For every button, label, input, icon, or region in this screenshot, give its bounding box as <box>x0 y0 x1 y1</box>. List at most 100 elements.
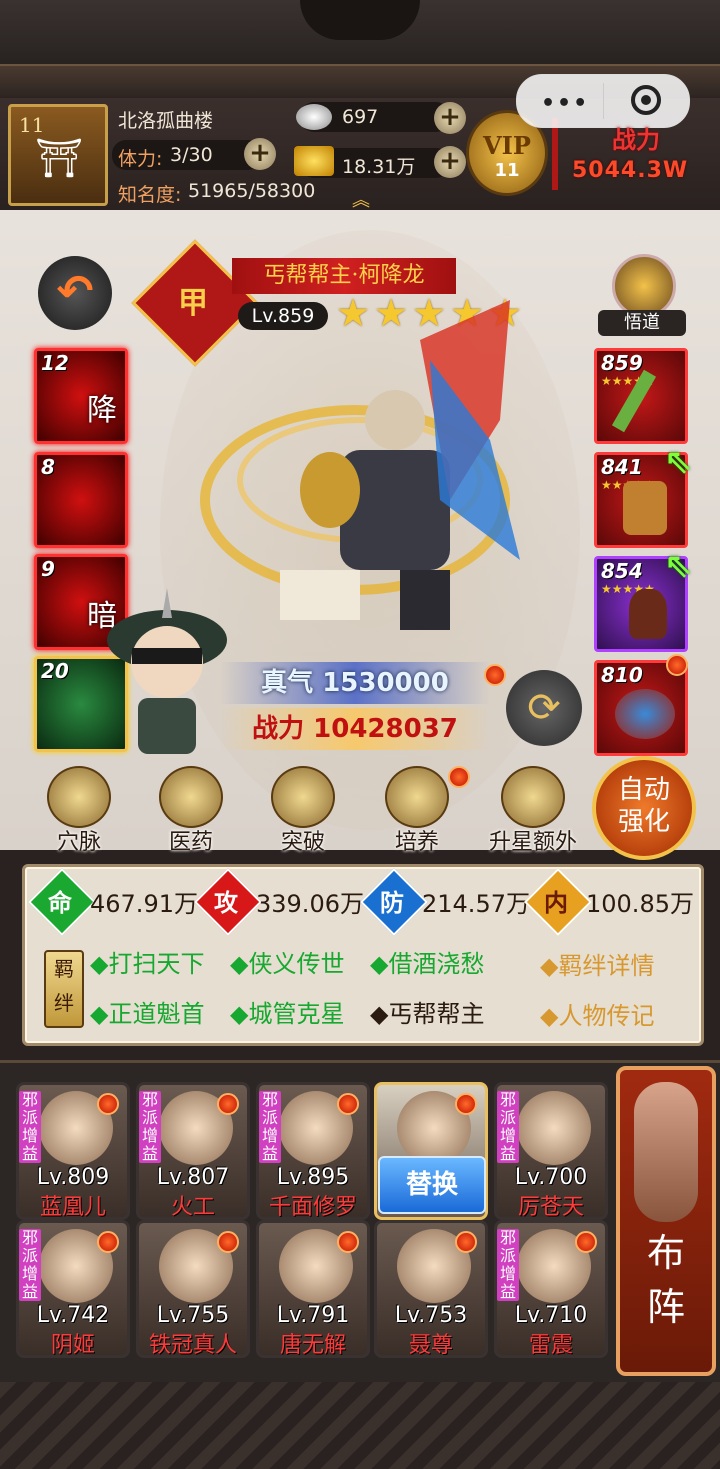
hero-name: 丐帮帮主·柯降龙 <box>232 258 456 294</box>
close-circle-icon[interactable] <box>631 85 661 115</box>
refresh-button[interactable]: ⟳ <box>506 670 582 746</box>
equipment-level: 854 <box>601 559 643 583</box>
armor-icon <box>623 481 667 535</box>
stamina-plus-button[interactable]: + <box>244 138 276 170</box>
roster-card[interactable]: 邪派增益 Lv.895 千面修罗 <box>256 1082 370 1220</box>
roster-card[interactable]: 邪派增益 Lv.809 蓝凰儿 <box>16 1082 130 1220</box>
fetter-item: ◆打扫天下 <box>90 950 205 978</box>
gold-plus-button[interactable]: + <box>434 146 466 178</box>
roster-level: Lv.755 <box>156 1303 230 1328</box>
inner-stat-char: 内 <box>544 888 568 917</box>
roster-card[interactable]: 邪派增益 Lv.710 雷震 <box>494 1220 608 1358</box>
floor-decoration <box>0 1382 720 1469</box>
equipment-stars: ★★★★★ <box>601 479 655 491</box>
fetter-item: ◆正道魁首 <box>90 1000 205 1028</box>
notification-dot <box>337 1093 359 1115</box>
roster-level: Lv.895 <box>276 1165 350 1190</box>
feature-breakthrough[interactable]: 突破 <box>258 766 348 855</box>
scholar-icon <box>271 766 335 828</box>
auto-strengthen-line2: 强化 <box>617 807 670 837</box>
evil-sect-buff-tag: 邪派增益 <box>497 1091 519 1163</box>
notification-dot <box>97 1231 119 1253</box>
evil-sect-buff-tag: 邪派增益 <box>497 1229 519 1301</box>
roster-name: 聂尊 <box>408 1333 453 1358</box>
upgrade-arrow-icon: ⇖ <box>664 442 693 482</box>
fetter-detail-link[interactable]: ◆羁绊详情 <box>540 946 654 981</box>
skill-level: 20 <box>41 659 69 683</box>
roster-card[interactable]: Lv.791 唐无解 <box>256 1220 370 1358</box>
feature-label: 医药 <box>168 830 213 855</box>
pagoda-icon: ⛩ <box>35 136 84 180</box>
skill-level: 8 <box>41 455 55 479</box>
phoenix-icon <box>615 689 675 739</box>
total-power-label: 战力 <box>612 125 660 154</box>
auto-strengthen-button[interactable]: 自动 强化 <box>592 756 696 860</box>
feature-label: 升星额外 <box>488 830 577 855</box>
defense-stat-char: 防 <box>380 888 404 917</box>
equipment-level: 859 <box>601 351 643 375</box>
player-level: 11 <box>19 113 45 137</box>
biography-link[interactable]: ◆人物传记 <box>540 996 654 1031</box>
notification-dot <box>455 1093 477 1115</box>
feature-medicine[interactable]: 医药 <box>146 766 236 855</box>
roster-card[interactable]: 邪派增益 Lv.742 阴姬 <box>16 1220 130 1358</box>
expand-chevron-icon[interactable]: ︽ <box>352 186 370 212</box>
vip-label: VIP <box>483 131 531 160</box>
stamina-value: 3/30 <box>170 144 213 166</box>
location-name: 北洛孤曲楼 <box>118 110 214 132</box>
roster-name: 千面修罗 <box>268 1195 357 1220</box>
roster-level: Lv.700 <box>514 1165 588 1190</box>
feature-star-extra[interactable]: 升星额外 <box>478 766 588 855</box>
roster-card[interactable]: 邪派增益 Lv.807 火工 <box>136 1082 250 1220</box>
roster-name: 唐无解 <box>279 1333 346 1358</box>
evil-sect-buff-tag: 邪派增益 <box>19 1091 41 1163</box>
skill-level: 12 <box>41 351 69 375</box>
feature-xuemai[interactable]: 穴脉 <box>34 766 124 855</box>
roster-level: Lv.809 <box>36 1165 110 1190</box>
stamina-label: 体力: <box>118 148 163 170</box>
meditating-figure-icon <box>612 254 676 318</box>
gold-value: 18.31万 <box>342 156 416 178</box>
notification-dot <box>484 664 506 686</box>
roster-level: Lv.710 <box>514 1303 588 1328</box>
roster-card[interactable]: Lv.753 聂尊 <box>374 1220 488 1358</box>
zhenqi-value: 真气 1530000 <box>220 662 490 704</box>
gold-bar-icon <box>294 146 334 176</box>
defense-stat-value: 214.57万 <box>422 890 530 918</box>
swap-button[interactable]: 替换 <box>378 1156 486 1214</box>
player-avatar[interactable]: 11 ⛩ <box>8 104 108 206</box>
evil-sect-buff-tag: 邪派增益 <box>19 1229 41 1301</box>
equipment-slot[interactable]: 859 ★★★★★ <box>594 348 688 444</box>
formation-portrait <box>634 1082 698 1222</box>
back-button[interactable]: ↶ <box>38 256 112 330</box>
roster-level: Lv.742 <box>36 1303 110 1328</box>
roster-name: 铁冠真人 <box>148 1333 237 1358</box>
tassel-decoration <box>552 118 558 190</box>
roster-level: Lv.753 <box>394 1303 468 1328</box>
fetter-item: ◆侠义传世 <box>230 950 345 978</box>
roster-name: 厉苍天 <box>517 1195 584 1220</box>
formation-button[interactable]: 布阵 <box>616 1066 716 1376</box>
skill-slot[interactable]: 12 降 <box>34 348 128 444</box>
roof-ornament <box>300 0 420 40</box>
auto-strengthen-line1: 自动 <box>617 775 670 805</box>
silver-plus-button[interactable]: + <box>434 102 466 134</box>
wudao-button[interactable]: 悟道 <box>598 254 686 336</box>
notification-dot <box>666 654 688 676</box>
roster-name: 阴姬 <box>50 1333 95 1358</box>
skill-slot[interactable]: 8 <box>34 452 128 548</box>
skill-level: 9 <box>41 557 55 581</box>
wudao-label: 悟道 <box>598 310 686 336</box>
roster-name: 火工 <box>170 1195 215 1220</box>
notification-dot <box>217 1231 239 1253</box>
hero-portrait <box>517 1091 591 1165</box>
more-dots-icon[interactable]: ••• <box>541 91 589 116</box>
life-stat-value: 467.91万 <box>90 890 198 918</box>
treasure-box-icon <box>501 766 565 828</box>
inner-stat-value: 100.85万 <box>586 890 694 918</box>
hero-illustration <box>200 300 520 630</box>
notification-dot <box>575 1231 597 1253</box>
roster-card[interactable]: 邪派增益 Lv.700 厉苍天 <box>494 1082 608 1220</box>
notification-dot <box>448 766 470 788</box>
roster-card[interactable]: Lv.755 铁冠真人 <box>136 1220 250 1358</box>
